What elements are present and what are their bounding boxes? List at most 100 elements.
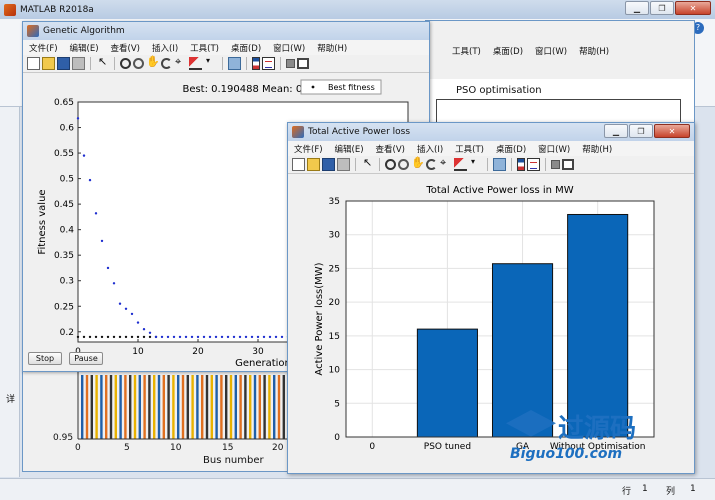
bus-bar <box>258 375 261 439</box>
zoom-in-icon[interactable] <box>385 159 396 170</box>
hide-plot-tools-icon[interactable] <box>551 160 560 169</box>
menu-edit[interactable]: 编辑(E) <box>335 143 364 155</box>
print-icon[interactable] <box>337 158 350 171</box>
ga-best-point <box>94 212 98 215</box>
bus-bar <box>215 375 218 439</box>
zoom-out-icon[interactable] <box>133 58 144 69</box>
bus-bar <box>119 375 122 439</box>
pause-button[interactable]: Pause <box>69 352 103 365</box>
ga-best-point <box>256 335 260 339</box>
menu-insert[interactable]: 插入(I) <box>152 42 178 54</box>
bus-bar <box>277 375 281 439</box>
menu-tools[interactable]: 工具(T) <box>455 143 484 155</box>
open-folder-icon[interactable] <box>307 158 320 171</box>
maximize-icon[interactable]: ❐ <box>650 1 674 15</box>
menu-help[interactable]: 帮助(H) <box>582 143 612 155</box>
menu-desktop[interactable]: 桌面(D) <box>231 42 261 54</box>
bus-bar <box>210 375 213 439</box>
bus-bar <box>153 375 156 439</box>
pso-menu-tools[interactable]: 工具(T) <box>452 45 481 57</box>
status-row-value: 1 <box>642 484 648 494</box>
edit-plot-arrow-icon[interactable] <box>361 156 374 171</box>
close-icon[interactable]: ✕ <box>654 124 690 138</box>
pso-menu-window[interactable]: 窗口(W) <box>535 45 567 57</box>
menu-view[interactable]: 查看(V) <box>376 143 405 155</box>
power-ytick-label: 30 <box>329 231 341 241</box>
pso-menu-desktop[interactable]: 桌面(D) <box>493 45 523 57</box>
ga-ytick-label: 0.65 <box>54 98 74 108</box>
menu-file[interactable]: 文件(F) <box>29 42 58 54</box>
menu-desktop[interactable]: 桌面(D) <box>496 143 526 155</box>
menu-window[interactable]: 窗口(W) <box>273 42 305 54</box>
bus-bar <box>225 375 228 439</box>
bus-xtick-20: 20 <box>272 443 284 453</box>
new-file-icon[interactable] <box>27 57 40 70</box>
show-plot-tools-icon[interactable] <box>562 159 574 170</box>
chevron-down-icon[interactable] <box>469 157 482 171</box>
close-icon[interactable]: ✕ <box>675 1 711 15</box>
toolbar-separator <box>487 158 488 171</box>
menu-edit[interactable]: 编辑(E) <box>70 42 99 54</box>
open-folder-icon[interactable] <box>42 57 55 70</box>
save-icon[interactable] <box>57 57 70 70</box>
legend-icon[interactable] <box>527 158 540 171</box>
colorbar-icon[interactable] <box>252 57 260 70</box>
ga-mean-point <box>76 335 80 339</box>
data-cursor-icon[interactable] <box>174 55 187 70</box>
menu-window[interactable]: 窗口(W) <box>538 143 570 155</box>
menu-tools[interactable]: 工具(T) <box>190 42 219 54</box>
pso-menu-help[interactable]: 帮助(H) <box>579 45 609 57</box>
print-icon[interactable] <box>72 57 85 70</box>
power-title: Total Active Power loss <box>308 127 411 137</box>
ga-mean-point <box>88 335 92 339</box>
side-tab-details[interactable]: 详 <box>6 392 15 405</box>
power-menubar: 文件(F) 编辑(E) 查看(V) 插入(I) 工具(T) 桌面(D) 窗口(W… <box>288 141 694 156</box>
status-col-value: 1 <box>690 484 696 494</box>
new-file-icon[interactable] <box>292 158 305 171</box>
brush-icon[interactable] <box>189 57 202 70</box>
pso-plot-title: PSO optimisation <box>456 85 542 96</box>
link-plot-icon[interactable] <box>228 57 241 70</box>
colorbar-icon[interactable] <box>517 158 525 171</box>
ga-legend-label: Best fitness <box>328 83 375 92</box>
toolbar-separator <box>246 57 247 70</box>
hide-plot-tools-icon[interactable] <box>286 59 295 68</box>
show-plot-tools-icon[interactable] <box>297 58 309 69</box>
menu-view[interactable]: 查看(V) <box>111 42 140 54</box>
status-bar: 行 1 列 1 <box>0 478 715 500</box>
zoom-in-icon[interactable] <box>120 58 131 69</box>
edit-plot-arrow-icon[interactable] <box>96 55 109 70</box>
ga-title: Genetic Algorithm <box>43 26 125 36</box>
maximize-icon[interactable]: ❐ <box>629 124 653 138</box>
ga-ytick-label: 0.45 <box>54 200 74 210</box>
bus-bar <box>148 375 151 439</box>
minimize-icon[interactable]: ▁ <box>625 1 649 15</box>
bus-bar <box>85 375 89 439</box>
legend-icon[interactable] <box>262 57 275 70</box>
ga-xtick-label: 10 <box>132 347 144 357</box>
ga-mean-point <box>106 335 110 339</box>
rotate-3d-icon[interactable] <box>161 58 172 69</box>
data-cursor-icon[interactable] <box>439 156 452 171</box>
save-icon[interactable] <box>322 158 335 171</box>
ga-best-point <box>112 282 116 285</box>
zoom-out-icon[interactable] <box>398 159 409 170</box>
brush-icon[interactable] <box>454 158 467 171</box>
ga-mean-point <box>130 335 134 339</box>
menu-insert[interactable]: 插入(I) <box>417 143 443 155</box>
bus-bar <box>124 375 127 439</box>
menu-file[interactable]: 文件(F) <box>294 143 323 155</box>
bus-bar <box>201 375 204 439</box>
chevron-down-icon[interactable] <box>204 56 217 70</box>
minimize-icon[interactable]: ▁ <box>604 124 628 138</box>
link-plot-icon[interactable] <box>493 158 506 171</box>
stop-button[interactable]: Stop <box>28 352 62 365</box>
rotate-3d-icon[interactable] <box>426 159 437 170</box>
menu-help[interactable]: 帮助(H) <box>317 42 347 54</box>
bus-bar <box>95 375 98 439</box>
watermark-logo-icon <box>506 410 556 437</box>
pan-hand-icon[interactable] <box>146 55 160 70</box>
bus-bar <box>220 375 223 439</box>
ga-ytick-label: 0.55 <box>54 149 74 159</box>
pan-hand-icon[interactable] <box>411 156 425 171</box>
